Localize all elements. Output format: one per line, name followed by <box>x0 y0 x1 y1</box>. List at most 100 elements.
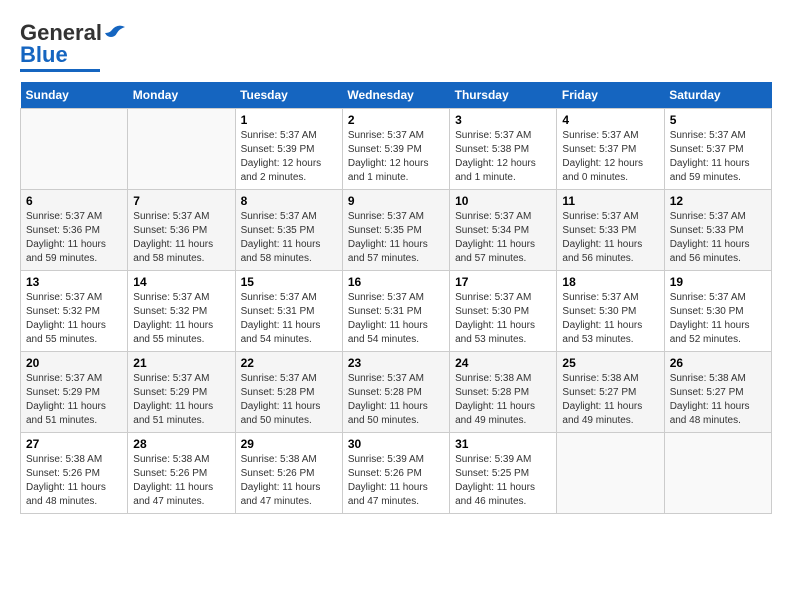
day-info: Sunrise: 5:37 AMSunset: 5:30 PMDaylight:… <box>455 291 551 347</box>
day-number: 6 <box>26 194 122 208</box>
day-number: 2 <box>348 113 444 127</box>
calendar-cell: 22 Sunrise: 5:37 AMSunset: 5:28 PMDayligh… <box>235 352 342 433</box>
calendar-cell: 3 Sunrise: 5:37 AMSunset: 5:38 PMDaylight… <box>450 109 557 190</box>
day-number: 30 <box>348 437 444 451</box>
day-info: Sunrise: 5:37 AMSunset: 5:39 PMDaylight:… <box>241 129 337 185</box>
day-info: Sunrise: 5:37 AMSunset: 5:31 PMDaylight:… <box>241 291 337 347</box>
calendar-cell: 24 Sunrise: 5:38 AMSunset: 5:28 PMDayligh… <box>450 352 557 433</box>
calendar-cell: 31 Sunrise: 5:39 AMSunset: 5:25 PMDayligh… <box>450 433 557 514</box>
day-info: Sunrise: 5:37 AMSunset: 5:38 PMDaylight:… <box>455 129 551 185</box>
calendar-cell: 23 Sunrise: 5:37 AMSunset: 5:28 PMDayligh… <box>342 352 449 433</box>
day-number: 12 <box>670 194 766 208</box>
day-number: 15 <box>241 275 337 289</box>
calendar-cell: 4 Sunrise: 5:37 AMSunset: 5:37 PMDaylight… <box>557 109 664 190</box>
day-info: Sunrise: 5:37 AMSunset: 5:28 PMDaylight:… <box>348 372 444 428</box>
calendar-cell: 21 Sunrise: 5:37 AMSunset: 5:29 PMDayligh… <box>128 352 235 433</box>
day-number: 18 <box>562 275 658 289</box>
day-info: Sunrise: 5:37 AMSunset: 5:34 PMDaylight:… <box>455 210 551 266</box>
calendar-cell <box>664 433 771 514</box>
day-info: Sunrise: 5:37 AMSunset: 5:32 PMDaylight:… <box>133 291 229 347</box>
calendar-cell <box>21 109 128 190</box>
day-number: 1 <box>241 113 337 127</box>
week-row-3: 13 Sunrise: 5:37 AMSunset: 5:32 PMDayligh… <box>21 271 772 352</box>
calendar-cell <box>128 109 235 190</box>
day-number: 25 <box>562 356 658 370</box>
day-info: Sunrise: 5:38 AMSunset: 5:26 PMDaylight:… <box>241 453 337 509</box>
day-info: Sunrise: 5:39 AMSunset: 5:26 PMDaylight:… <box>348 453 444 509</box>
weekday-header-friday: Friday <box>557 82 664 109</box>
day-number: 13 <box>26 275 122 289</box>
page-header: General Blue <box>20 20 772 72</box>
day-number: 22 <box>241 356 337 370</box>
day-info: Sunrise: 5:37 AMSunset: 5:35 PMDaylight:… <box>241 210 337 266</box>
day-info: Sunrise: 5:37 AMSunset: 5:37 PMDaylight:… <box>562 129 658 185</box>
calendar-cell: 13Sunrise: 5:37 AMSunset: 5:32 PMDayligh… <box>21 271 128 352</box>
calendar-cell <box>557 433 664 514</box>
day-info: Sunrise: 5:37 AMSunset: 5:35 PMDaylight:… <box>348 210 444 266</box>
weekday-header-saturday: Saturday <box>664 82 771 109</box>
logo-bird-icon <box>103 23 125 39</box>
weekday-header-sunday: Sunday <box>21 82 128 109</box>
day-info: Sunrise: 5:38 AMSunset: 5:27 PMDaylight:… <box>670 372 766 428</box>
calendar-cell: 30 Sunrise: 5:39 AMSunset: 5:26 PMDayligh… <box>342 433 449 514</box>
day-number: 23 <box>348 356 444 370</box>
day-info: Sunrise: 5:37 AMSunset: 5:29 PMDaylight:… <box>26 372 122 428</box>
calendar-cell: 15 Sunrise: 5:37 AMSunset: 5:31 PMDayligh… <box>235 271 342 352</box>
day-info: Sunrise: 5:37 AMSunset: 5:37 PMDaylight:… <box>670 129 766 185</box>
calendar-cell: 12 Sunrise: 5:37 AMSunset: 5:33 PMDayligh… <box>664 190 771 271</box>
day-number: 17 <box>455 275 551 289</box>
day-number: 4 <box>562 113 658 127</box>
day-info: Sunrise: 5:37 AMSunset: 5:28 PMDaylight:… <box>241 372 337 428</box>
day-info: Sunrise: 5:37 AMSunset: 5:31 PMDaylight:… <box>348 291 444 347</box>
week-row-2: 6 Sunrise: 5:37 AMSunset: 5:36 PMDaylight… <box>21 190 772 271</box>
day-number: 28 <box>133 437 229 451</box>
day-info: Sunrise: 5:39 AMSunset: 5:25 PMDaylight:… <box>455 453 551 509</box>
calendar-cell: 26 Sunrise: 5:38 AMSunset: 5:27 PMDayligh… <box>664 352 771 433</box>
week-row-5: 27Sunrise: 5:38 AMSunset: 5:26 PMDayligh… <box>21 433 772 514</box>
logo-underline <box>20 69 100 72</box>
calendar-cell: 28Sunrise: 5:38 AMSunset: 5:26 PMDayligh… <box>128 433 235 514</box>
week-row-1: 1 Sunrise: 5:37 AMSunset: 5:39 PMDaylight… <box>21 109 772 190</box>
day-info: Sunrise: 5:38 AMSunset: 5:26 PMDaylight:… <box>26 453 122 509</box>
day-number: 10 <box>455 194 551 208</box>
day-number: 14 <box>133 275 229 289</box>
day-number: 19 <box>670 275 766 289</box>
day-info: Sunrise: 5:37 AMSunset: 5:39 PMDaylight:… <box>348 129 444 185</box>
day-info: Sunrise: 5:37 AMSunset: 5:30 PMDaylight:… <box>562 291 658 347</box>
weekday-header-tuesday: Tuesday <box>235 82 342 109</box>
calendar-cell: 1 Sunrise: 5:37 AMSunset: 5:39 PMDaylight… <box>235 109 342 190</box>
day-info: Sunrise: 5:38 AMSunset: 5:28 PMDaylight:… <box>455 372 551 428</box>
weekday-header-thursday: Thursday <box>450 82 557 109</box>
week-row-4: 20 Sunrise: 5:37 AMSunset: 5:29 PMDayligh… <box>21 352 772 433</box>
calendar-cell: 9 Sunrise: 5:37 AMSunset: 5:35 PMDaylight… <box>342 190 449 271</box>
day-number: 31 <box>455 437 551 451</box>
calendar-cell: 27Sunrise: 5:38 AMSunset: 5:26 PMDayligh… <box>21 433 128 514</box>
day-number: 24 <box>455 356 551 370</box>
day-number: 9 <box>348 194 444 208</box>
day-number: 20 <box>26 356 122 370</box>
day-number: 29 <box>241 437 337 451</box>
weekday-header-row: SundayMondayTuesdayWednesdayThursdayFrid… <box>21 82 772 109</box>
calendar-cell: 5 Sunrise: 5:37 AMSunset: 5:37 PMDaylight… <box>664 109 771 190</box>
logo-blue: Blue <box>20 42 68 68</box>
day-info: Sunrise: 5:37 AMSunset: 5:29 PMDaylight:… <box>133 372 229 428</box>
day-info: Sunrise: 5:38 AMSunset: 5:27 PMDaylight:… <box>562 372 658 428</box>
calendar-cell: 11Sunrise: 5:37 AMSunset: 5:33 PMDayligh… <box>557 190 664 271</box>
day-info: Sunrise: 5:37 AMSunset: 5:36 PMDaylight:… <box>26 210 122 266</box>
day-number: 5 <box>670 113 766 127</box>
day-number: 7 <box>133 194 229 208</box>
calendar-cell: 20 Sunrise: 5:37 AMSunset: 5:29 PMDayligh… <box>21 352 128 433</box>
logo: General Blue <box>20 20 125 72</box>
day-number: 11 <box>562 194 658 208</box>
day-info: Sunrise: 5:37 AMSunset: 5:36 PMDaylight:… <box>133 210 229 266</box>
calendar-cell: 25 Sunrise: 5:38 AMSunset: 5:27 PMDayligh… <box>557 352 664 433</box>
weekday-header-monday: Monday <box>128 82 235 109</box>
calendar-cell: 29 Sunrise: 5:38 AMSunset: 5:26 PMDayligh… <box>235 433 342 514</box>
day-info: Sunrise: 5:37 AMSunset: 5:33 PMDaylight:… <box>670 210 766 266</box>
day-number: 21 <box>133 356 229 370</box>
day-number: 26 <box>670 356 766 370</box>
calendar-table: SundayMondayTuesdayWednesdayThursdayFrid… <box>20 82 772 514</box>
calendar-cell: 7 Sunrise: 5:37 AMSunset: 5:36 PMDaylight… <box>128 190 235 271</box>
day-number: 3 <box>455 113 551 127</box>
day-info: Sunrise: 5:37 AMSunset: 5:30 PMDaylight:… <box>670 291 766 347</box>
